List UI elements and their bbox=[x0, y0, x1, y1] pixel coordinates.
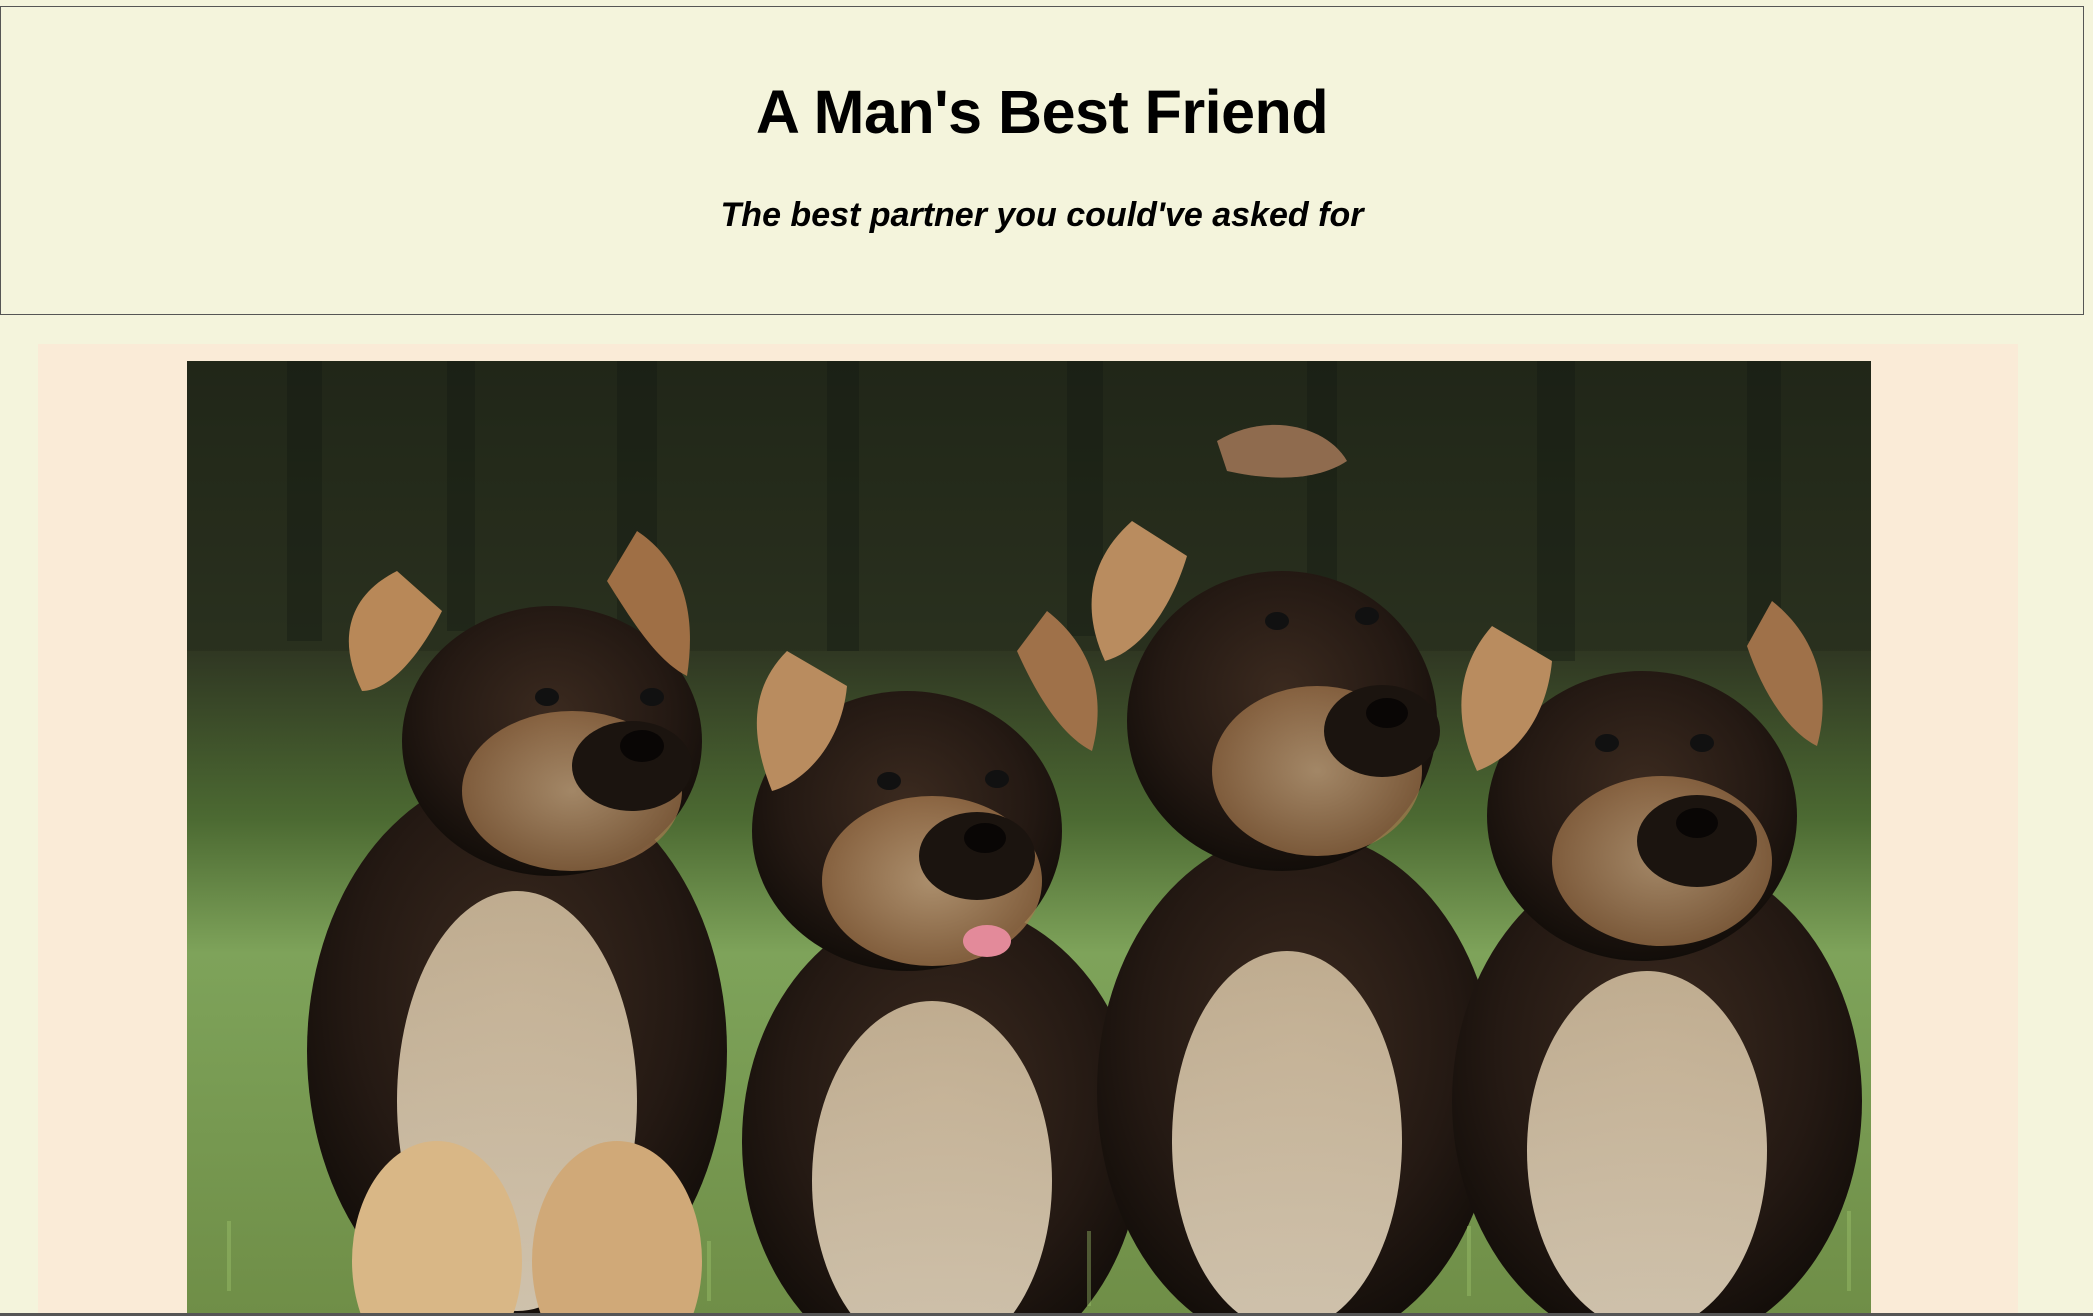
page-header: A Man's Best Friend The best partner you… bbox=[0, 6, 2084, 315]
photo-panel bbox=[38, 344, 2018, 1316]
page: A Man's Best Friend The best partner you… bbox=[0, 0, 2093, 1316]
page-subtitle: The best partner you could've asked for bbox=[720, 196, 1364, 234]
puppies-photo bbox=[187, 361, 1871, 1316]
page-title: A Man's Best Friend bbox=[755, 78, 1329, 146]
